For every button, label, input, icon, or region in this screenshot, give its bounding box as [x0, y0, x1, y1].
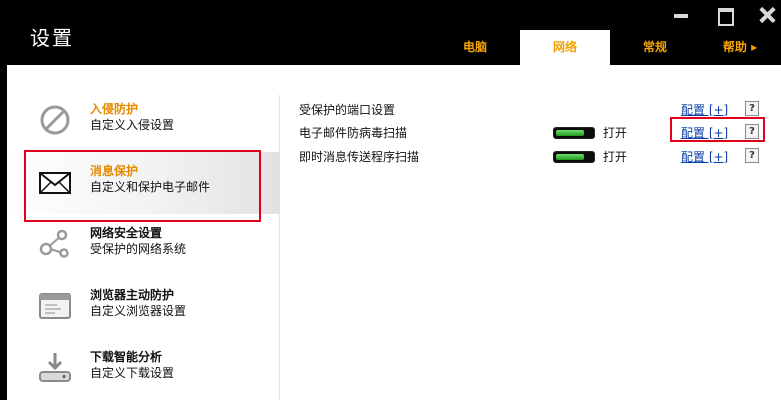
sidebar-item-browser-protection[interactable]: 浏览器主动防护 自定义浏览器设置	[7, 276, 279, 338]
sidebar-item-network-security[interactable]: 网络安全设置 受保护的网络系统	[7, 214, 279, 276]
sidebar-item-title: 下载智能分析	[90, 350, 163, 364]
config-link[interactable]: 配置 [+]	[681, 148, 728, 165]
setting-label: 即时消息传送程序扫描	[299, 150, 420, 164]
selection-highlight	[24, 150, 261, 222]
tab-computer[interactable]: 电脑	[430, 30, 520, 65]
sidebar-item-title: 网络安全设置	[90, 226, 163, 240]
toggle-switch[interactable]	[553, 151, 595, 163]
setting-row-im-scan: 即时消息传送程序扫描 打开 配置 [+] ?	[299, 145, 769, 167]
toggle-fill	[556, 154, 584, 160]
tab-network[interactable]: 网络	[520, 30, 610, 65]
minimize-icon[interactable]	[672, 6, 690, 24]
browser-window-icon	[39, 293, 71, 319]
tab-help[interactable]: 帮助 ▸	[700, 30, 780, 65]
window-title: 设置	[30, 26, 74, 50]
sidebar-item-subtitle: 自定义下载设置	[90, 366, 175, 380]
sidebar-item-download-analysis[interactable]: 下载智能分析 自定义下载设置	[7, 338, 279, 400]
main-tabs: 电脑 网络 常规 帮助 ▸	[430, 30, 780, 65]
toggle-switch[interactable]	[553, 127, 595, 139]
sidebar-item-title: 入侵防护	[90, 102, 139, 116]
sidebar-item-subtitle: 受保护的网络系统	[90, 242, 187, 256]
config-highlight	[670, 117, 765, 142]
config-link[interactable]: 配置 [+]	[681, 101, 728, 118]
help-button[interactable]: ?	[745, 101, 759, 116]
block-icon	[40, 105, 70, 135]
setting-label: 电子邮件防病毒扫描	[299, 126, 408, 140]
sidebar-divider	[279, 95, 280, 400]
sidebar: 入侵防护 自定义入侵设置 消息保护 自定义和保护电子邮件 网络安全设置 受保护的…	[7, 90, 279, 400]
download-icon	[39, 353, 71, 382]
content-frame: 入侵防护 自定义入侵设置 消息保护 自定义和保护电子邮件 网络安全设置 受保护的…	[0, 65, 781, 400]
toggle-state-text: 打开	[603, 150, 628, 164]
sidebar-item-subtitle: 自定义浏览器设置	[90, 304, 187, 318]
close-icon[interactable]	[758, 6, 776, 24]
sidebar-item-subtitle: 自定义入侵设置	[90, 118, 175, 132]
settings-panel: 入侵防护 自定义入侵设置 消息保护 自定义和保护电子邮件 网络安全设置 受保护的…	[7, 65, 781, 400]
toggle-state-text: 打开	[603, 126, 628, 140]
maximize-icon[interactable]	[716, 6, 734, 26]
network-nodes-icon	[39, 229, 69, 258]
sidebar-item-intrusion-protection[interactable]: 入侵防护 自定义入侵设置	[7, 90, 279, 152]
setting-label: 受保护的端口设置	[299, 103, 396, 117]
tab-general[interactable]: 常规	[610, 30, 700, 65]
toggle-fill	[556, 130, 584, 136]
sidebar-item-title: 浏览器主动防护	[90, 288, 175, 302]
title-bar: 设置 电脑 网络 常规 帮助 ▸	[0, 0, 781, 65]
help-button[interactable]: ?	[745, 148, 759, 163]
